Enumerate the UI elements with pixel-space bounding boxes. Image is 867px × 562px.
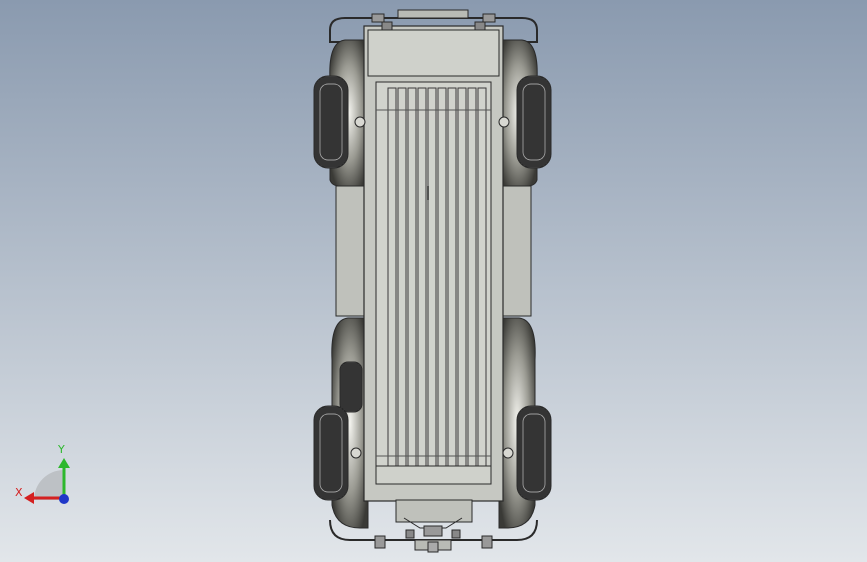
rear-right-tire xyxy=(516,405,552,501)
front-right-tire xyxy=(516,75,552,169)
viewport-canvas[interactable] xyxy=(0,0,867,562)
vehicle-model-top-view[interactable] xyxy=(313,9,552,553)
rear-left-tire xyxy=(313,405,349,501)
roof-panel xyxy=(375,81,492,485)
graphics-viewport[interactable]: Y X xyxy=(0,0,867,562)
front-plate xyxy=(397,9,469,19)
left-lamp xyxy=(354,116,366,128)
front-left-tire xyxy=(313,75,349,169)
x-axis-label: X xyxy=(15,486,23,499)
right-running-board xyxy=(498,185,532,317)
spare-wheel xyxy=(339,361,363,413)
hood-top xyxy=(367,29,500,77)
right-lamp xyxy=(498,116,510,128)
left-running-board xyxy=(335,185,369,317)
z-axis-dot xyxy=(59,494,69,504)
y-axis-label: Y xyxy=(58,443,65,456)
